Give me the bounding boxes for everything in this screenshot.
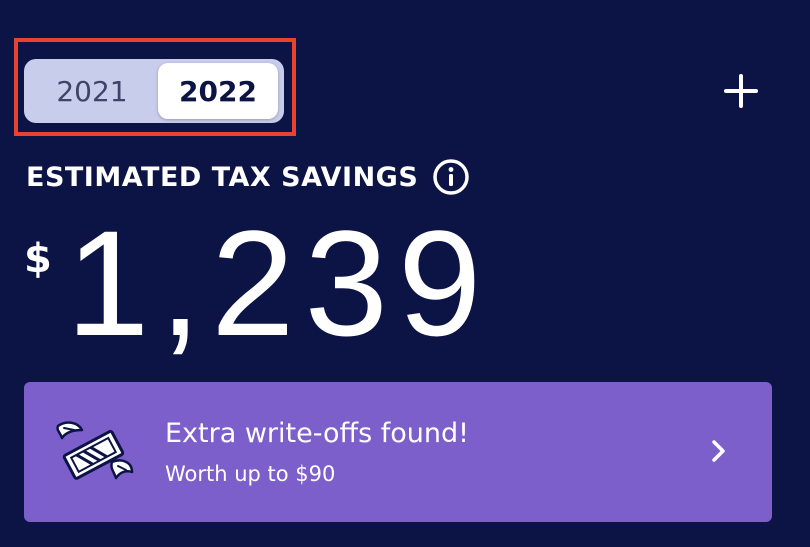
savings-label: ESTIMATED TAX SAVINGS	[26, 161, 419, 193]
year-option-2021[interactable]: 2021	[28, 63, 156, 119]
writeoffs-card-title: Extra write-offs found!	[165, 418, 469, 449]
savings-heading: ESTIMATED TAX SAVINGS	[26, 158, 470, 196]
year-toggle: 2021 2022	[24, 59, 284, 123]
currency-symbol: $	[24, 236, 52, 282]
add-button[interactable]	[716, 66, 766, 116]
writeoffs-card-subtitle: Worth up to $90	[165, 462, 336, 486]
flying-money-icon	[56, 421, 134, 480]
chevron-right-icon	[704, 436, 734, 466]
savings-amount-value: 1,239	[66, 199, 492, 367]
year-option-2022[interactable]: 2022	[158, 63, 278, 119]
plus-icon	[724, 74, 758, 108]
info-icon	[433, 159, 470, 195]
info-button[interactable]	[432, 158, 470, 196]
writeoffs-card[interactable]: Extra write-offs found! Worth up to $90	[24, 382, 772, 522]
app-screen: 2021 2022 ESTIMATED TAX SAVINGS $ 1,239	[0, 0, 810, 547]
